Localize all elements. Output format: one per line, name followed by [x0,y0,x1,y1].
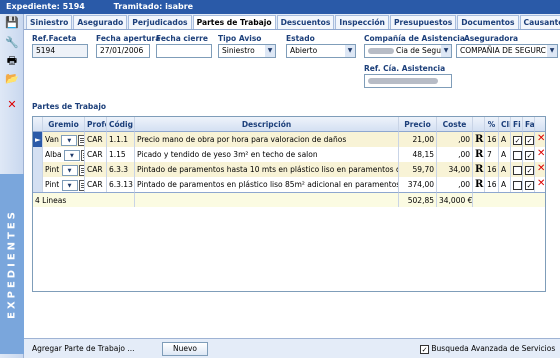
print-icon[interactable]: 🖶 [5,54,19,68]
tools-icon[interactable]: 🔧 [5,36,19,50]
coste-total: 34,000 € [437,192,473,207]
fa-checkbox[interactable]: ✓ [525,150,534,160]
document-icon[interactable] [78,134,84,146]
grid-footer: 4 Lineas 502,85 34,000 € [33,192,545,207]
busqueda-avanzada[interactable]: ✓ Busqueda Avanzada de Servicios [420,344,555,354]
row-selector-icon[interactable]: ► [33,132,43,147]
busqueda-label: Busqueda Avanzada de Servicios [431,344,556,353]
estado-label: Estado [286,34,315,43]
ref-faceta-field[interactable]: 5194 [32,44,88,58]
fa-checkbox[interactable]: ✓ [525,165,534,175]
col-fa[interactable]: Fa [523,117,535,132]
close-icon[interactable]: ✕ [5,98,19,112]
table-row[interactable]: Alba CAR 1.15 Picado y tendido de yeso 3… [33,147,545,162]
chevron-down-icon[interactable]: ▼ [265,45,275,57]
bottom-bar: Agregar Parte de Trabajo ... Nuevo ✓ Bus… [24,338,560,358]
ref-cia-field[interactable] [364,74,452,88]
compania-label: Compañía de Asistencia [364,34,465,43]
r-button-icon[interactable]: R [475,134,483,146]
agregar-label: Agregar Parte de Trabajo ... [32,344,135,353]
grid-header: Gremio Profe Códig Descripción Precio Co… [33,117,545,132]
table-row[interactable]: Pint CAR 6.3.3 Pintado de paramentos has… [33,162,545,177]
tipo-aviso-label: Tipo Aviso [218,34,262,43]
table-row[interactable]: ► Van CAR 1.1.1 Precio mano de obra por … [33,132,545,147]
tab-asegurado[interactable]: Asegurado [73,15,128,29]
redacted-text [368,48,394,54]
fecha-cierre-field[interactable] [156,44,212,58]
col-pct[interactable]: % [485,117,499,132]
tipo-aviso-value: Siniestro [222,46,255,55]
save-icon[interactable]: 💾 [5,16,19,30]
chevron-down-icon[interactable]: ▼ [345,45,355,57]
tab-inspeccion[interactable]: Inspección [335,15,389,29]
tab-presupuestos[interactable]: Presupuestos [389,15,457,29]
tab-documentos[interactable]: Documentos [457,15,519,29]
col-coste[interactable]: Coste [437,117,473,132]
title-bar: Expediente: 5194 Tramitado: isabre [0,0,560,14]
estado-value: Abierto [290,46,318,55]
chevron-down-icon[interactable]: ▼ [547,45,557,57]
tab-partes-de-trabajo[interactable]: Partes de Trabajo [192,15,276,29]
r-button-icon[interactable]: R [475,149,483,161]
redacted-text [368,78,438,84]
fecha-apertura-label: Fecha apertura [96,34,161,43]
table-row[interactable]: Pint CAR 6.3.13 Pintado de paramentos en… [33,177,545,192]
expediente-number: Expediente: 5194 [6,2,85,11]
busqueda-checkbox[interactable]: ✓ [420,344,429,354]
chevron-down-icon[interactable]: ▼ [441,45,451,57]
fecha-cierre-label: Fecha cierre [156,34,208,43]
col-descripcion[interactable]: Descripción [135,117,399,132]
aseguradora-select[interactable]: COMPAÑIA DE SEGURC ▼ [456,44,558,58]
gremio-dropdown[interactable] [63,149,80,161]
fa-checkbox[interactable]: ✓ [525,135,534,145]
precio-total: 502,85 [399,192,437,207]
partes-section-label: Partes de Trabajo [32,102,107,111]
left-toolbar: 💾 🔧 🖶 📂 ✕ EXPEDIENTES [0,14,24,358]
expedientes-label: EXPEDIENTES [6,209,18,319]
fa-checkbox[interactable]: ✓ [525,180,534,190]
tab-causante[interactable]: Causante [519,15,560,29]
aseguradora-label: Aseguradora [464,34,519,43]
delete-icon[interactable]: ✕ [535,132,545,147]
delete-icon[interactable]: ✕ [535,147,545,162]
open-icon[interactable]: 📂 [5,72,19,86]
aseguradora-value: COMPAÑIA DE SEGURC [460,46,546,55]
tab-descuentos[interactable]: Descuentos [276,15,335,29]
col-codigo[interactable]: Códig [107,117,135,132]
delete-icon[interactable]: ✕ [535,177,545,192]
tab-perjudicados[interactable]: Perjudicados [128,15,192,29]
compania-select[interactable]: Cia de Seguros y ▼ [364,44,452,58]
nuevo-button[interactable]: Nuevo [162,342,208,356]
main-panel: Ref.Faceta 5194 Fecha apertura 27/01/200… [24,30,560,358]
delete-icon[interactable]: ✕ [535,162,545,177]
fi-checkbox[interactable]: ✓ [513,135,522,145]
fecha-apertura-field[interactable]: 27/01/2006 [96,44,150,58]
line-count: 4 Lineas [33,192,135,207]
tab-strip: Siniestro Asegurado Perjudicados Partes … [24,14,560,30]
col-profe[interactable]: Profe [85,117,107,132]
fi-checkbox[interactable] [513,150,522,160]
estado-select[interactable]: Abierto ▼ [286,44,356,58]
gremio-dropdown[interactable] [61,134,78,146]
r-button-icon[interactable]: R [475,179,483,191]
tramitado-by: Tramitado: isabre [113,2,194,11]
col-cli[interactable]: Cli [499,117,511,132]
col-fi[interactable]: Fi [511,117,523,132]
col-precio[interactable]: Precio [399,117,437,132]
fi-checkbox[interactable] [513,165,522,175]
tab-siniestro[interactable]: Siniestro [26,15,73,29]
gremio-dropdown[interactable] [61,164,78,176]
tipo-aviso-select[interactable]: Siniestro ▼ [218,44,276,58]
r-button-icon[interactable]: R [475,164,483,176]
expedientes-sidebar[interactable]: EXPEDIENTES [0,174,24,354]
ref-faceta-label: Ref.Faceta [32,34,77,43]
partes-grid: Gremio Profe Códig Descripción Precio Co… [32,116,546,292]
ref-cia-label: Ref. Cía. Asistencia [364,64,446,73]
col-gremio[interactable]: Gremio [43,117,85,132]
fi-checkbox[interactable] [513,180,522,190]
gremio-dropdown[interactable] [61,179,78,191]
